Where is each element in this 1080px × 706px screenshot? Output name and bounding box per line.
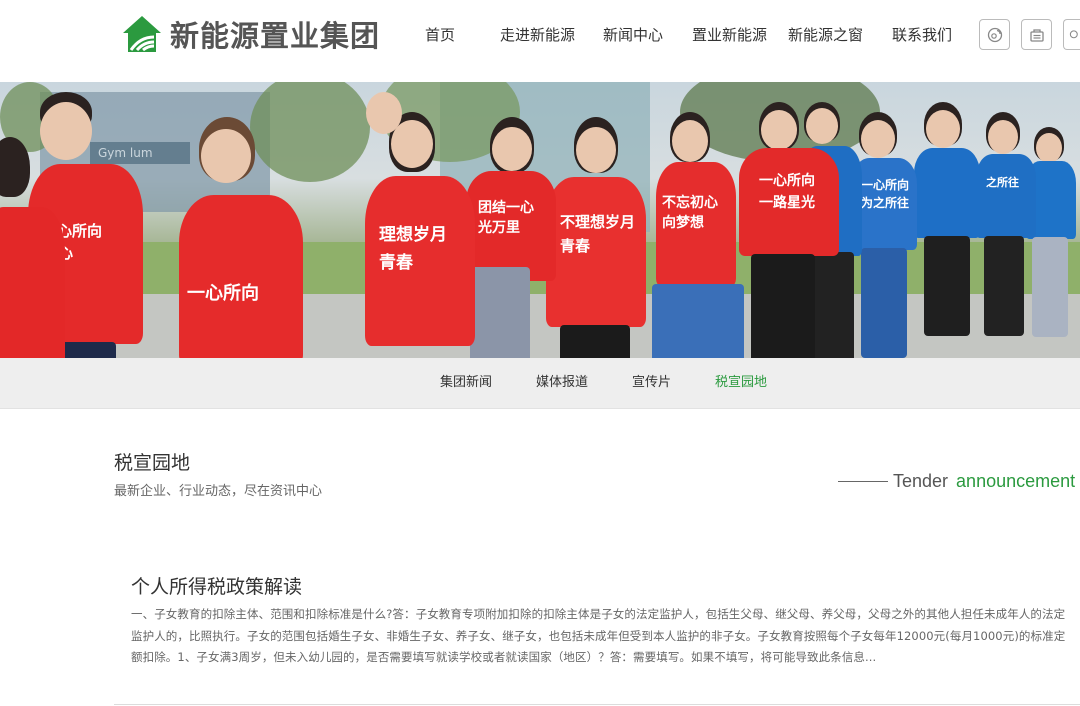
subnav-promo-video[interactable]: 宣传片	[632, 374, 671, 392]
tree	[250, 82, 370, 182]
divider	[114, 704, 1080, 705]
tender-word: Tender	[893, 470, 949, 491]
weibo-button[interactable]	[979, 19, 1010, 50]
shirt-text: 不忘初心	[662, 195, 718, 211]
subnav-tax-garden[interactable]: 税宣园地	[715, 374, 767, 392]
nav-contact[interactable]: 联系我们	[892, 22, 952, 48]
shirt-text: 一心所向	[187, 283, 259, 304]
gym-sign: Gym lum	[90, 142, 190, 164]
nav-news[interactable]: 新闻中心	[603, 22, 663, 48]
gym-sign-text: Gym lum	[98, 146, 153, 160]
nav-home[interactable]: 首页	[425, 22, 455, 48]
wechat-icon	[1029, 28, 1044, 42]
search-button[interactable]	[1063, 19, 1080, 50]
wechat-button[interactable]	[1021, 19, 1052, 50]
tender-green-word: announcement	[956, 470, 1076, 491]
subnav-media[interactable]: 媒体报道	[536, 374, 588, 392]
article-excerpt: 一、子女教育的扣除主体、范围和扣除标准是什么?答：子女教育专项附加扣除的扣除主体…	[131, 607, 1066, 664]
divider	[838, 480, 888, 482]
hero-banner: Gym lum 之所往 一心所向 为之所往 一心所向 一路星光 不忘初心 向梦想…	[0, 82, 1080, 358]
shirt-text: 青春	[560, 237, 591, 255]
shirt-text: 团结一心	[478, 200, 534, 216]
nav-property[interactable]: 置业新能源	[692, 22, 767, 48]
search-icon	[1069, 29, 1078, 38]
section-title: 税宣园地	[114, 452, 191, 474]
shirt-text: 为之所往	[861, 196, 910, 210]
main-nav: 首页 走进新能源 新闻中心 置业新能源 新能源之窗 联系我们	[0, 22, 1080, 52]
subnav-group-news[interactable]: 集团新闻	[440, 374, 492, 392]
tender-heading: Tender announcement	[838, 468, 1080, 494]
shirt-text: 不理想岁月	[560, 213, 636, 231]
shirt-text: 光万里	[478, 220, 520, 236]
shirt-text: 向梦想	[662, 215, 704, 231]
shirt-text: 一心所向	[861, 178, 910, 192]
weibo-icon	[987, 27, 1002, 42]
shirt-text: 青春	[379, 253, 413, 273]
sub-nav: 集团新闻 媒体报道 宣传片 税宣园地	[0, 358, 1080, 409]
section-subtitle: 最新企业、行业动态，尽在资讯中心	[114, 484, 323, 499]
article-item[interactable]: 个人所得税政策解读 一、子女教育的扣除主体、范围和扣除标准是什么?答：子女教育专…	[131, 574, 1066, 670]
shirt-text: 一心所向	[759, 173, 815, 189]
shirt-text: 理想岁月	[379, 225, 447, 245]
shirt-text: 一路星光	[759, 195, 815, 211]
shirt-text: 之所往	[986, 176, 1019, 189]
site-header: 新能源置业集团 首页 走进新能源 新闻中心 置业新能源 新能源之窗 联系我们	[0, 0, 1080, 82]
nav-window[interactable]: 新能源之窗	[788, 22, 863, 48]
pavement	[0, 294, 1080, 358]
nav-about[interactable]: 走进新能源	[500, 22, 575, 48]
article-title[interactable]: 个人所得税政策解读	[131, 574, 1066, 600]
